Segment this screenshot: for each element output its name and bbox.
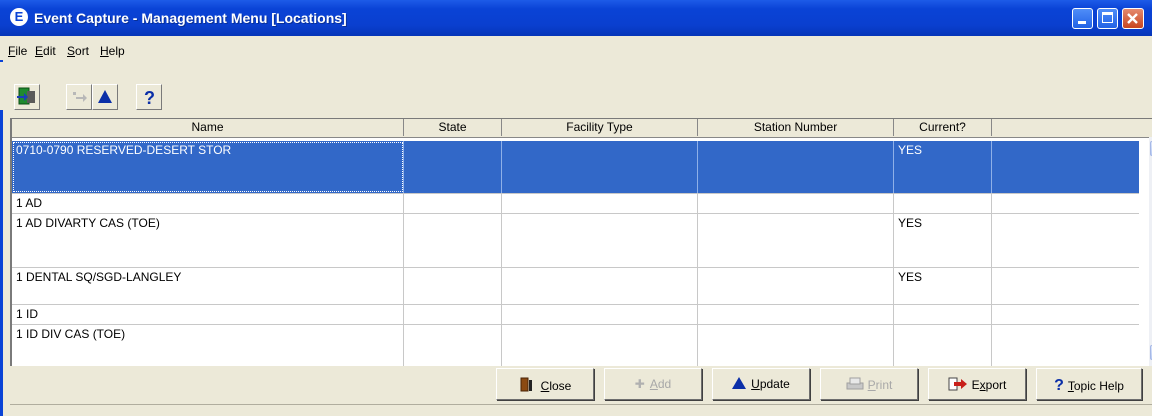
help-question-icon: ? bbox=[1054, 377, 1064, 394]
cell-station-number bbox=[698, 268, 894, 304]
column-header-current[interactable]: Current? bbox=[894, 119, 992, 136]
cell-state bbox=[404, 214, 502, 267]
cell-station-number bbox=[698, 141, 894, 193]
close-label: lose bbox=[549, 379, 572, 393]
print-label: rint bbox=[875, 378, 893, 392]
column-header-name[interactable]: Name bbox=[12, 119, 404, 136]
cell-name: 1 AD bbox=[12, 194, 404, 213]
export-label: port bbox=[985, 378, 1007, 392]
help-question-icon: ? bbox=[144, 88, 155, 108]
add-label-underlined: A bbox=[649, 377, 658, 391]
cell-state bbox=[404, 268, 502, 304]
exit-door-icon bbox=[520, 377, 532, 392]
export-arrow-icon bbox=[948, 377, 967, 391]
cell-name: 1 DENTAL SQ/SGD-LANGLEY bbox=[12, 268, 404, 304]
menu-edit[interactable]: Edit bbox=[35, 44, 56, 58]
update-label-underlined: U bbox=[751, 377, 760, 391]
add-label: dd bbox=[657, 377, 672, 391]
cell-current: YES bbox=[894, 141, 992, 193]
column-header-state[interactable]: State bbox=[404, 119, 502, 136]
maximize-button[interactable] bbox=[1097, 8, 1118, 29]
table-row[interactable]: 1 ID bbox=[12, 305, 1139, 325]
locations-table[interactable]: Name State Facility Type Station Number … bbox=[10, 118, 1152, 366]
title-bar[interactable]: E Event Capture - Management Menu [Locat… bbox=[0, 0, 1152, 36]
close-window-button[interactable] bbox=[1122, 8, 1144, 29]
minimize-icon bbox=[1078, 21, 1086, 24]
printer-icon bbox=[846, 377, 864, 390]
toolbar: ? bbox=[0, 62, 1152, 110]
cell-station-number bbox=[698, 305, 894, 324]
cell-current bbox=[894, 325, 992, 366]
app-icon[interactable]: E bbox=[10, 8, 28, 26]
table-row[interactable]: 0710-0790 RESERVED-DESERT STOR YES bbox=[12, 141, 1139, 194]
status-divider bbox=[10, 404, 1152, 405]
window-title: Event Capture - Management Menu [Locatio… bbox=[34, 10, 347, 26]
toolbar-exit-button[interactable] bbox=[14, 84, 40, 110]
column-header-facility-type[interactable]: Facility Type bbox=[502, 119, 698, 136]
print-button[interactable]: Print bbox=[820, 368, 918, 400]
cell-name: 1 ID bbox=[12, 305, 404, 324]
close-icon bbox=[1127, 13, 1138, 24]
table-row[interactable]: 1 DENTAL SQ/SGD-LANGLEY YES bbox=[12, 268, 1139, 305]
cell-facility-type bbox=[502, 194, 698, 213]
cell-station-number bbox=[698, 325, 894, 366]
cell-facility-type bbox=[502, 325, 698, 366]
column-header-station-number[interactable]: Station Number bbox=[698, 119, 894, 136]
cell-facility-type bbox=[502, 305, 698, 324]
cell-current bbox=[894, 194, 992, 213]
table-row[interactable]: 1 ID DIV CAS (TOE) bbox=[12, 325, 1139, 366]
cell-state bbox=[404, 141, 502, 193]
update-triangle-icon bbox=[732, 377, 747, 389]
minimize-button[interactable] bbox=[1072, 8, 1093, 29]
add-icon bbox=[73, 92, 87, 102]
topic-help-button[interactable]: ? Topic Help bbox=[1036, 368, 1142, 400]
cell-current: YES bbox=[894, 214, 992, 267]
cell-current bbox=[894, 305, 992, 324]
cell-facility-type bbox=[502, 214, 698, 267]
cell-blank bbox=[992, 141, 1139, 193]
maximize-icon bbox=[1102, 12, 1113, 23]
topic-help-label: opic Help bbox=[1073, 379, 1124, 393]
cell-station-number bbox=[698, 194, 894, 213]
print-label-underlined: P bbox=[867, 378, 876, 392]
table-row[interactable]: 1 AD DIVARTY CAS (TOE) YES bbox=[12, 214, 1139, 268]
svg-text:?: ? bbox=[144, 88, 155, 108]
toolbar-add-button[interactable] bbox=[66, 84, 92, 110]
add-button[interactable]: ✚ Add bbox=[604, 368, 702, 400]
menu-help[interactable]: Help bbox=[100, 44, 125, 58]
cell-state bbox=[404, 325, 502, 366]
cell-station-number bbox=[698, 214, 894, 267]
table-header: Name State Facility Type Station Number … bbox=[12, 119, 1152, 138]
cell-current: YES bbox=[894, 268, 992, 304]
update-button[interactable]: Update bbox=[712, 368, 810, 400]
cell-name: 1 AD DIVARTY CAS (TOE) bbox=[12, 214, 404, 267]
menu-file[interactable]: File bbox=[8, 44, 27, 58]
update-triangle-icon bbox=[98, 90, 112, 103]
cell-state bbox=[404, 305, 502, 324]
export-button[interactable]: Export bbox=[928, 368, 1026, 400]
cell-name: 1 ID DIV CAS (TOE) bbox=[12, 325, 404, 366]
export-label-pre: E bbox=[971, 378, 980, 392]
exit-icon bbox=[17, 87, 35, 105]
cell-facility-type bbox=[502, 141, 698, 193]
menu-bar: File Edit Sort Help bbox=[0, 36, 1152, 60]
toolbar-help-button[interactable]: ? bbox=[136, 84, 162, 110]
add-plus-icon: ✚ bbox=[634, 377, 645, 391]
close-button[interactable]: Close bbox=[496, 368, 594, 400]
menu-sort[interactable]: Sort bbox=[67, 44, 89, 58]
cell-name: 0710-0790 RESERVED-DESERT STOR bbox=[12, 141, 404, 193]
table-row[interactable]: 1 AD bbox=[12, 194, 1139, 214]
toolbar-update-button[interactable] bbox=[92, 84, 118, 110]
cell-state bbox=[404, 194, 502, 213]
update-label: pdate bbox=[759, 377, 790, 391]
cell-facility-type bbox=[502, 268, 698, 304]
